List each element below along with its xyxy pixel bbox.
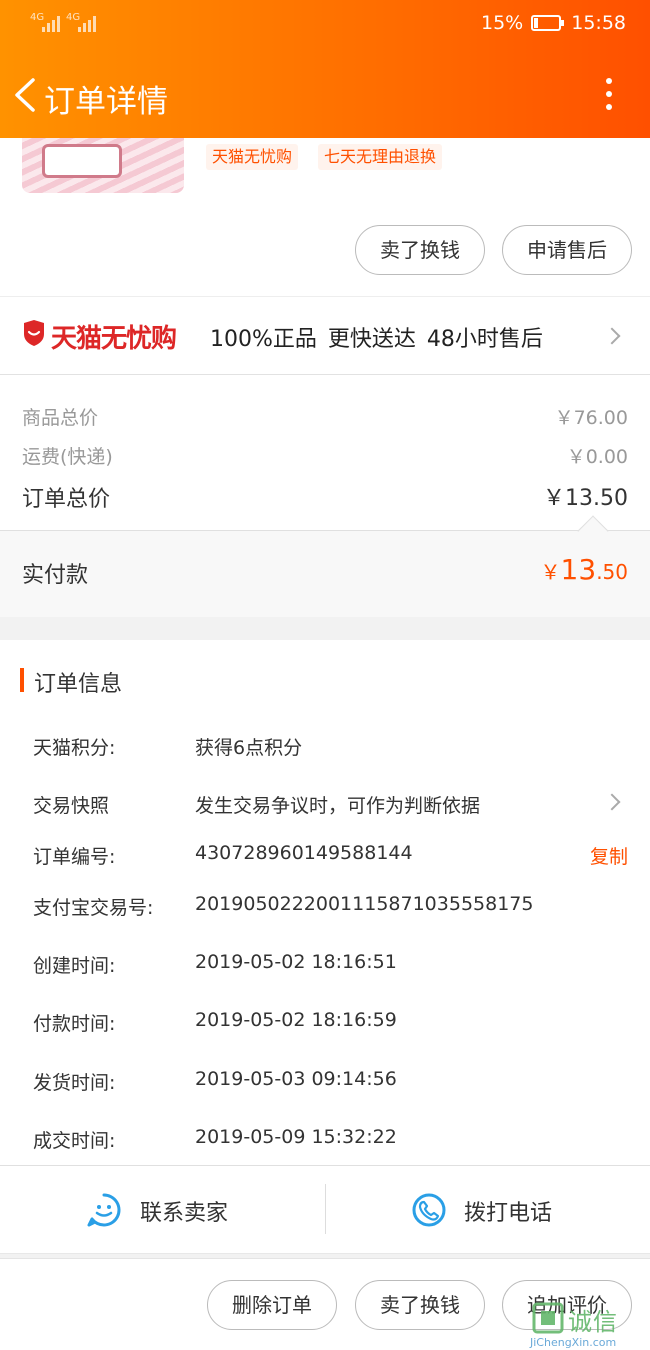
chevron-right-icon (603, 327, 621, 345)
battery-icon (531, 15, 565, 31)
actual-payment: 实付款 ￥13.50 (0, 531, 650, 617)
contact-seller-label: 联系卖家 (140, 1201, 229, 1226)
section-title: 订单信息 (34, 672, 123, 697)
paid-amount: ￥13.50 (541, 553, 628, 586)
sell-for-cash-button[interactable]: 卖了换钱 (355, 1280, 485, 1330)
product-image[interactable] (22, 138, 184, 193)
goods-total-label: 商品总价 (22, 407, 99, 429)
paid-label: 实付款 (22, 563, 89, 588)
paid-decimal: .50 (596, 560, 628, 584)
battery-percent: 15% (481, 12, 524, 34)
created-time-value: 2019-05-02 18:16:51 (195, 951, 397, 973)
clock: 15:58 (571, 12, 626, 34)
snapshot-value: 发生交易争议时，可作为判断依据 (195, 795, 481, 817)
price-summary: 商品总价 ￥76.00 运费(快递) ￥0.00 订单总价 ￥13.50 (0, 375, 650, 531)
delete-order-button[interactable]: 删除订单 (207, 1280, 337, 1330)
order-number-label: 订单编号: (33, 846, 116, 868)
shipping-label: 运费(快递) (22, 446, 113, 468)
watermark-url: JiChengXin.com (530, 1336, 617, 1349)
order-total-label: 订单总价 (22, 487, 111, 512)
alipay-number-label: 支付宝交易号: (33, 897, 154, 919)
tmall-shield-icon (24, 320, 44, 346)
points-value: 获得6点积分 (195, 737, 303, 759)
contact-bar: 联系卖家 拨打电话 (0, 1166, 650, 1254)
sell-for-cash-button[interactable]: 卖了换钱 (355, 225, 485, 275)
paid-time-value: 2019-05-02 18:16:59 (195, 1009, 397, 1031)
signal-icon: 4G (30, 12, 60, 32)
chevron-right-icon (603, 793, 621, 811)
paid-time-label: 付款时间: (33, 1013, 116, 1035)
service-tag: 七天无理由退换 (318, 144, 443, 170)
order-total-value: ￥13.50 (543, 486, 628, 511)
chat-face-icon (87, 1193, 121, 1227)
section-accent (20, 668, 24, 692)
tmall-guarantee-bar[interactable]: 天猫无忧购 100%正品 更快送达 48小时售后 (0, 296, 650, 375)
copy-button[interactable]: 复制 (590, 842, 628, 869)
goods-total-value: ￥76.00 (554, 407, 628, 429)
divider (325, 1184, 326, 1234)
site-watermark: 诚信 JiChengXin.com (528, 1300, 650, 1350)
guarantee-brand: 天猫无忧购 (51, 324, 177, 354)
app-header: 4G 4G 15% 15:58 订单详情 (0, 0, 650, 138)
page-title: 订单详情 (44, 84, 168, 120)
order-number-value: 430728960149588144 (195, 842, 413, 864)
apply-after-sales-button[interactable]: 申请售后 (502, 225, 632, 275)
shipping-value: ￥0.00 (566, 446, 628, 468)
completed-time-label: 成交时间: (33, 1130, 116, 1152)
snapshot-label: 交易快照 (33, 795, 110, 817)
watermark-text: 诚信 (568, 1308, 618, 1336)
phone-icon (412, 1193, 446, 1227)
chevron-left-icon[interactable] (14, 78, 36, 112)
call-phone-label: 拨打电话 (464, 1201, 553, 1226)
completed-time-value: 2019-05-09 15:32:22 (195, 1126, 397, 1148)
shipped-time-value: 2019-05-03 09:14:56 (195, 1068, 397, 1090)
guarantee-text: 100%正品 更快送达 48小时售后 (210, 327, 543, 352)
watermark-logo-icon (532, 1302, 564, 1334)
points-label: 天猫积分: (33, 737, 116, 759)
goods-card: 天猫无忧购 七天无理由退换 卖了换钱 申请售后 (0, 138, 650, 296)
more-vertical-icon[interactable] (606, 78, 614, 112)
created-time-label: 创建时间: (33, 955, 116, 977)
shipped-time-label: 发货时间: (33, 1072, 116, 1094)
paid-currency: ￥ (540, 560, 561, 584)
signal-icon: 4G (66, 12, 96, 32)
order-info-section: 订单信息 天猫积分: 获得6点积分 交易快照 发生交易争议时，可作为判断依据 订… (0, 640, 650, 1166)
status-bar: 4G 4G 15% 15:58 (0, 0, 650, 52)
alipay-number-value: 2019050222001115871035558175 (195, 893, 534, 915)
service-tag: 天猫无忧购 (206, 144, 299, 170)
paid-integer: 13 (560, 553, 597, 586)
